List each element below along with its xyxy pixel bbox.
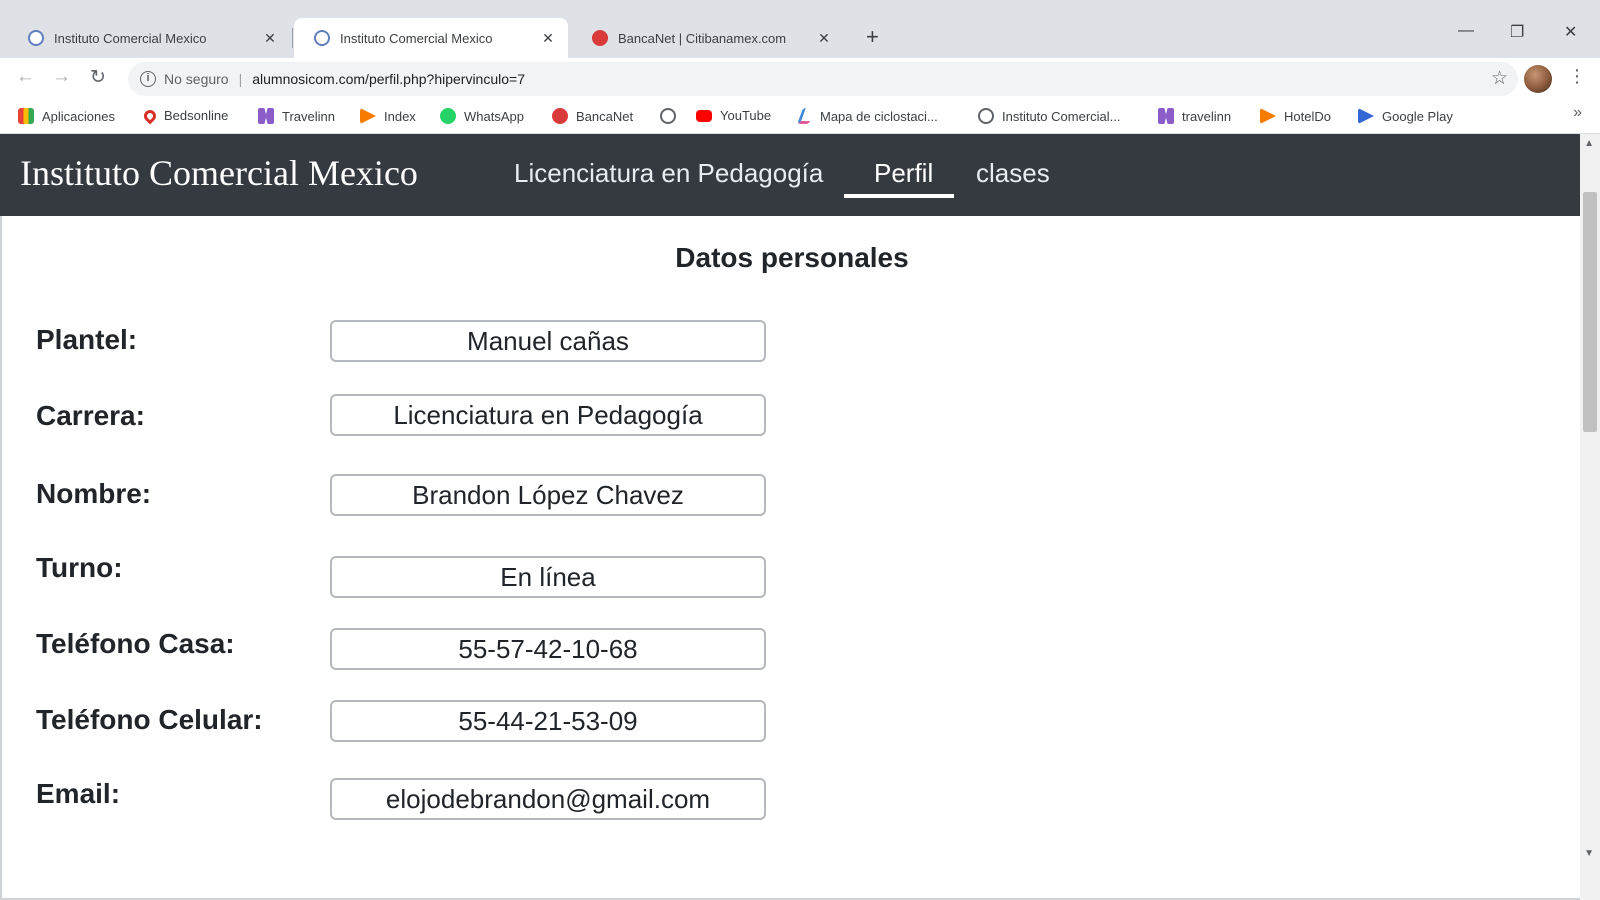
apps-grid-icon [18, 108, 34, 124]
nav-link-clases[interactable]: clases [976, 158, 1050, 189]
active-nav-indicator [844, 194, 954, 198]
bookmark-label: travelinn [1182, 108, 1232, 124]
reload-icon[interactable]: ↻ [90, 66, 106, 89]
bookmarks-bar: Aplicaciones Bedsonline Travelinn Index … [0, 100, 1600, 134]
turno-field[interactable] [330, 556, 766, 598]
telefono-celular-label: Teléfono Celular: [36, 704, 263, 735]
site-navbar: Instituto Comercial Mexico Licenciatura … [0, 134, 1580, 216]
forward-arrow-icon[interactable]: → [52, 66, 71, 88]
bookmark-label: Travelinn [282, 108, 335, 124]
bookmark-youtube[interactable]: YouTube [696, 108, 771, 123]
tab-close-icon[interactable]: ✕ [816, 30, 832, 47]
bookmark-label: HotelDo [1284, 108, 1331, 124]
site-brand[interactable]: Instituto Comercial Mexico [20, 152, 418, 194]
email-label: Email: [36, 778, 121, 809]
minimize-icon[interactable]: — [1458, 22, 1474, 40]
bookmark-label: Instituto Comercial... [1002, 108, 1121, 124]
nombre-field[interactable] [330, 474, 766, 516]
bookmark-label: Aplicaciones [42, 108, 115, 124]
plantel-field[interactable] [330, 320, 766, 362]
nav-link-perfil[interactable]: Perfil [874, 158, 933, 189]
bookmark-label: Google Play [1382, 108, 1453, 124]
bookmark-label: Mapa de ciclostaci... [820, 108, 938, 124]
nav-link-licenciatura[interactable]: Licenciatura en Pedagogía [514, 158, 823, 189]
bookmark-label: Index [384, 108, 416, 124]
bookmark-aplicaciones[interactable]: Aplicaciones [18, 108, 115, 124]
email-field[interactable] [330, 778, 766, 820]
page-title: Datos personales [675, 242, 909, 273]
page-viewport: Instituto Comercial Mexico Licenciatura … [0, 134, 1600, 900]
new-tab-icon[interactable]: + [866, 26, 879, 48]
bookmark-label: WhatsApp [464, 108, 524, 124]
play-arrow-icon [360, 108, 376, 124]
site-favicon-icon [28, 30, 44, 46]
scroll-down-arrow-icon[interactable]: ▼ [1584, 848, 1594, 859]
telefono-casa-field[interactable] [330, 628, 766, 670]
bookmark-mapa[interactable]: Mapa de ciclostaci... [797, 108, 938, 124]
address-bar[interactable]: i No seguro | alumnosicom.com/perfil.php… [128, 62, 1518, 96]
youtube-icon [696, 109, 712, 122]
plantel-label: Plantel: [36, 324, 138, 355]
info-icon[interactable]: i [140, 71, 156, 87]
globe-icon [978, 108, 994, 124]
bookmark-google-play[interactable]: Google Play [1358, 108, 1453, 124]
bookmark-label: YouTube [720, 108, 772, 123]
bookmark-bedsonline[interactable]: Bedsonline [141, 107, 229, 124]
tab-divider [292, 28, 293, 48]
nombre-label: Nombre: [36, 478, 152, 509]
travelinn-icon [258, 108, 274, 124]
tab-close-icon[interactable]: ✕ [262, 30, 278, 47]
url-text[interactable]: alumnosicom.com/perfil.php?hipervinculo=… [252, 71, 525, 87]
more-bookmarks-icon[interactable]: » [1573, 104, 1582, 122]
address-separator: | [238, 71, 243, 87]
profile-avatar[interactable] [1524, 65, 1552, 93]
scrollbar-thumb[interactable] [1583, 192, 1597, 432]
browser-toolbar: ← → ↻ i No seguro | alumnosicom.com/perf… [0, 58, 1600, 100]
play-arrow-icon [1260, 108, 1276, 124]
profile-panel: Datos personales Plantel: Carrera: Nombr… [0, 216, 1580, 900]
bookmark-index[interactable]: Index [360, 108, 416, 124]
back-arrow-icon[interactable]: ← [16, 66, 35, 88]
security-label[interactable]: No seguro [164, 71, 229, 87]
restore-icon[interactable]: ❐ [1510, 22, 1524, 42]
page-scrollbar[interactable]: ▲ ▼ [1580, 134, 1600, 900]
tab-instituto-1[interactable]: Instituto Comercial Mexico ✕ [8, 18, 290, 58]
bookmark-travelinn[interactable]: Travelinn [258, 108, 335, 124]
tab-title: BancaNet | Citibanamex.com [618, 30, 787, 46]
bookmark-travelinn-2[interactable]: travelinn [1158, 108, 1231, 124]
bookmark-whatsapp[interactable]: WhatsApp [440, 108, 524, 124]
bookmark-label: Bedsonline [164, 108, 229, 123]
scroll-up-arrow-icon[interactable]: ▲ [1584, 138, 1594, 149]
google-play-icon [1358, 108, 1374, 124]
tab-close-icon[interactable]: ✕ [540, 30, 556, 47]
tab-title: Instituto Comercial Mexico [340, 30, 493, 46]
tab-title: Instituto Comercial Mexico [54, 30, 207, 46]
whatsapp-icon [440, 108, 456, 124]
turno-label: Turno: [36, 552, 123, 583]
travelinn-icon [1158, 108, 1174, 124]
bookmark-star-icon[interactable]: ☆ [1491, 67, 1508, 90]
bookmark-instituto[interactable]: Instituto Comercial... [978, 108, 1121, 124]
tab-strip: Instituto Comercial Mexico ✕ Instituto C… [0, 0, 1600, 58]
close-window-icon[interactable]: ✕ [1564, 22, 1577, 42]
bookmark-globe[interactable] [660, 108, 684, 124]
tab-instituto-2[interactable]: Instituto Comercial Mexico ✕ [294, 18, 568, 58]
carrera-field[interactable] [330, 394, 766, 436]
bookmark-bancanet[interactable]: BancaNet [552, 108, 633, 124]
bookmark-label: BancaNet [576, 108, 634, 124]
telefono-celular-field[interactable] [330, 700, 766, 742]
tab-bancanet[interactable]: BancaNet | Citibanamex.com ✕ [572, 18, 844, 58]
telefono-casa-label: Teléfono Casa: [36, 628, 235, 659]
site-favicon-icon [314, 30, 330, 46]
browser-menu-icon[interactable]: ⋮ [1568, 66, 1586, 87]
bancanet-icon [552, 108, 568, 124]
bancanet-favicon-icon [592, 30, 608, 46]
carrera-label: Carrera: [36, 400, 145, 431]
pin-icon [141, 107, 159, 124]
globe-icon [660, 108, 676, 124]
bike-map-icon [797, 108, 815, 124]
bookmark-hoteldo[interactable]: HotelDo [1260, 108, 1331, 124]
